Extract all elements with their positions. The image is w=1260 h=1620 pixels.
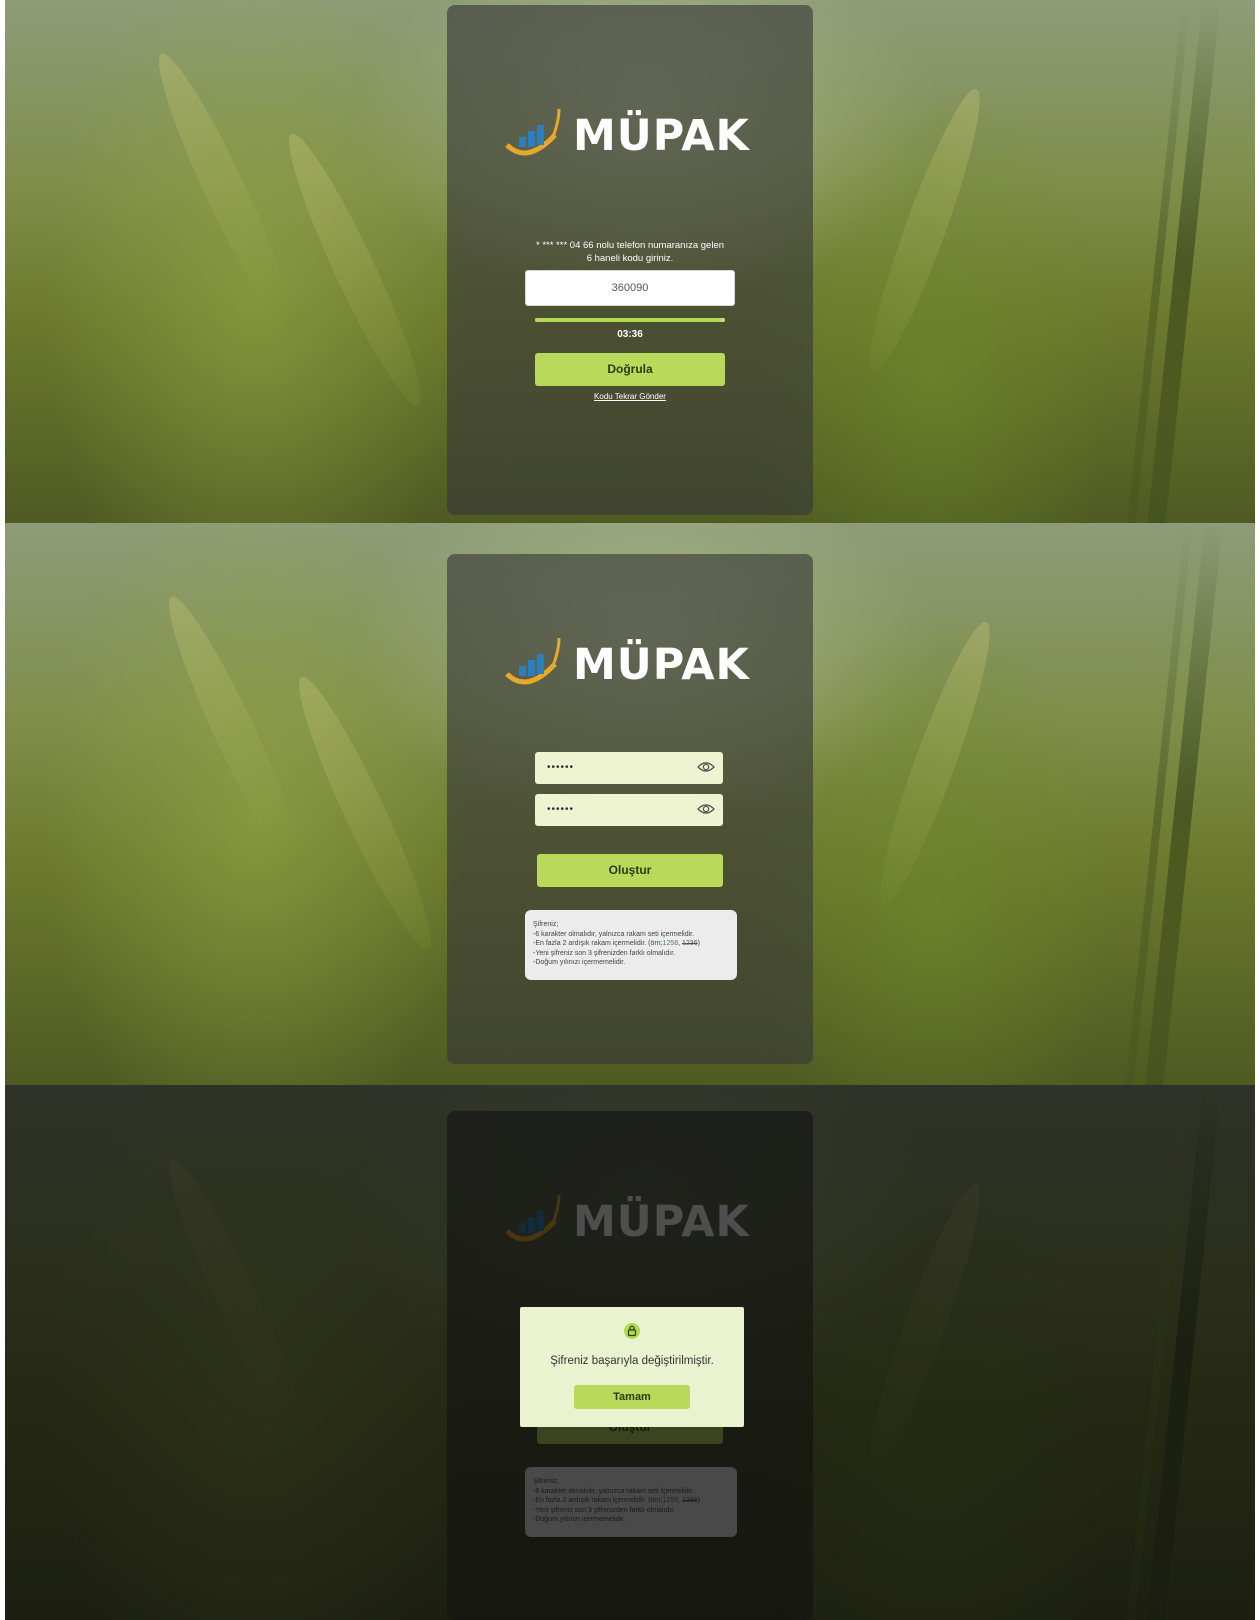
password-screen: MÜPAK •••••• •••••• Oluştur Şifreniz; -6… — [5, 523, 1255, 1085]
rule-2: -En fazla 2 ardışık rakam içermelidir. (… — [533, 939, 729, 949]
login-card: MÜPAK * *** *** 04 66 nolu telefon numar… — [447, 5, 813, 515]
rule-3: -Yeni şifreniz son 3 şifrenizden farklı … — [533, 949, 676, 957]
lock-icon — [624, 1323, 640, 1339]
rule-2-bad-example: 1236 — [682, 940, 698, 947]
rules-title: Şifreniz; — [533, 921, 559, 928]
verify-button[interactable]: Doğrula — [535, 353, 725, 386]
background-wheat — [283, 668, 447, 958]
background-wheat — [854, 82, 996, 378]
prompt-line-2: 6 haneli kodu giriniz. — [586, 253, 674, 264]
resend-code-link[interactable]: Kodu Tekrar Gönder — [535, 392, 725, 401]
rule-4: -Doğum yılınızı içermemelidir. — [533, 959, 626, 966]
verify-screen: MÜPAK * *** *** 04 66 nolu telefon numar… — [5, 0, 1255, 523]
create-password-button[interactable]: Oluştur — [537, 854, 723, 887]
background-wheat — [864, 615, 1006, 911]
background-wheat — [273, 125, 437, 415]
rule-2-text: -En fazla 2 ardışık rakam içermelidir. (… — [533, 940, 663, 947]
rule-1: -6 karakter olmalıdır, yalnızca rakam se… — [533, 930, 695, 938]
brand-logo: MÜPAK — [505, 634, 755, 694]
success-message: Şifreniz başarıyla değiştirilmiştir. — [550, 1355, 714, 1367]
brand-name: MÜPAK — [573, 640, 750, 690]
background-wheat — [153, 588, 317, 878]
rule-2-good-example: 1258 — [662, 940, 679, 947]
brand-logo: MÜPAK — [505, 105, 755, 165]
show-password-icon[interactable] — [697, 760, 715, 774]
success-screen: MÜPAK Oluştur Şifreniz; -6 karakter olma… — [5, 1085, 1255, 1620]
new-password-value: •••••• — [547, 762, 575, 773]
ok-button[interactable]: Tamam — [574, 1385, 690, 1409]
countdown-timer: 03:36 — [617, 329, 643, 340]
password-rules: Şifreniz; -6 karakter olmalıdır, yalnızc… — [525, 910, 737, 980]
countdown-progress — [535, 318, 725, 322]
confirm-password-value: •••••• — [547, 804, 575, 815]
logo-mark-icon — [505, 637, 561, 685]
logo-mark-icon — [505, 108, 561, 156]
password-card: MÜPAK •••••• •••••• Oluştur Şifreniz; -6… — [447, 554, 813, 1064]
background-wheat — [143, 45, 307, 335]
new-password-field[interactable]: •••••• — [535, 752, 723, 784]
prompt-line-1: * *** *** 04 66 nolu telefon numaranıza … — [535, 240, 725, 251]
verification-code-input[interactable] — [525, 270, 735, 306]
rule-2-suffix: ) — [697, 940, 700, 947]
code-instructions: * *** *** 04 66 nolu telefon numaranıza … — [527, 239, 733, 265]
success-dialog: Şifreniz başarıyla değiştirilmiştir. Tam… — [520, 1307, 744, 1427]
confirm-password-field[interactable]: •••••• — [535, 794, 723, 826]
brand-name: MÜPAK — [573, 111, 750, 161]
countdown-progress-fill — [535, 318, 722, 322]
show-password-icon[interactable] — [697, 802, 715, 816]
